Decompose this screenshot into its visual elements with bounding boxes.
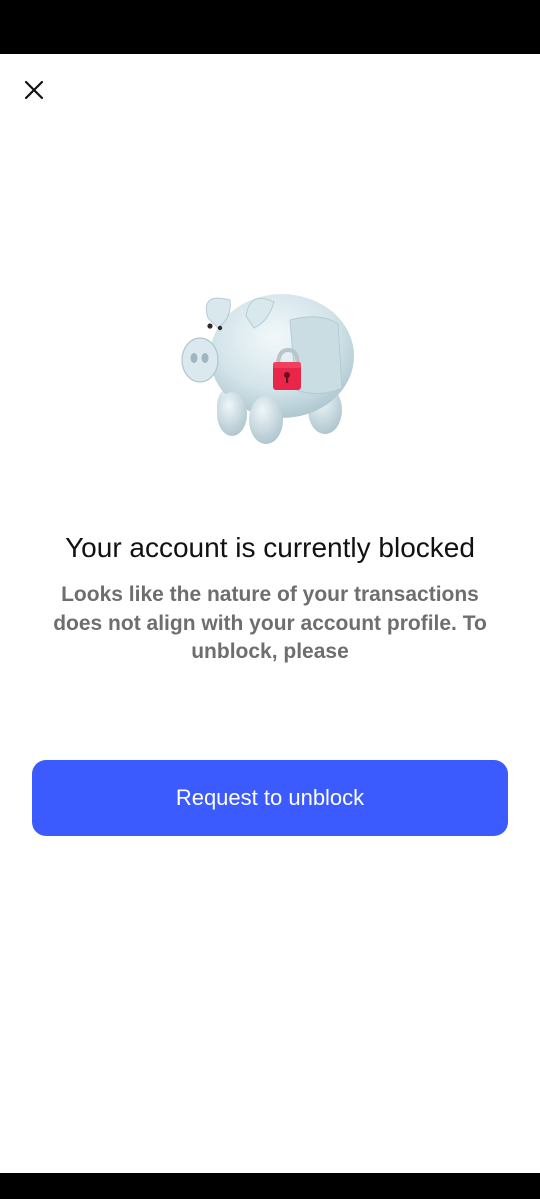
close-button[interactable] xyxy=(14,70,54,110)
navigation-bar xyxy=(0,1173,540,1199)
status-bar xyxy=(0,0,540,54)
page-title: Your account is currently blocked xyxy=(65,532,475,563)
block-description: Looks like the nature of your transactio… xyxy=(53,583,487,663)
blocked-account-screen: Your account is currently blocked Looks … xyxy=(0,0,540,1199)
request-unblock-button[interactable]: Request to unblock xyxy=(32,760,508,836)
locked-piggy-bank-illustration xyxy=(170,278,370,458)
locked-piggy-bank-icon xyxy=(181,294,354,444)
close-icon xyxy=(24,80,44,100)
